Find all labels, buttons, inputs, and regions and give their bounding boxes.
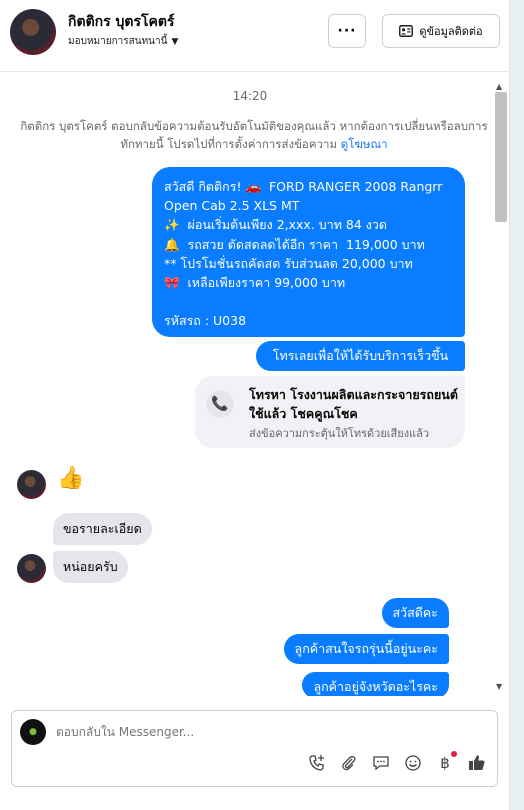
- outgoing-message: สวัสดีคะ: [381, 598, 449, 628]
- more-options-button[interactable]: ···: [328, 14, 366, 48]
- reply-composer: ● ฿: [11, 710, 498, 787]
- view-contact-label: ดูข้อมูลติดต่อ: [419, 25, 483, 38]
- payment-baht-icon[interactable]: ฿: [435, 751, 457, 773]
- message-scrollbar[interactable]: ▲ ▼: [494, 78, 508, 698]
- send-like-icon[interactable]: [467, 753, 487, 773]
- caret-down-icon: ▼: [171, 36, 179, 47]
- scroll-down-arrow-icon[interactable]: ▼: [496, 682, 502, 691]
- emoji-icon[interactable]: [403, 753, 423, 773]
- assign-label: มอบหมายการสนทนานี้: [68, 36, 168, 47]
- conversation-header: กิตติกร บุตรโคตร์ มอบหมายการสนทนานี้ ▼ ·…: [0, 0, 510, 72]
- saved-replies-icon[interactable]: [371, 753, 391, 773]
- add-call-icon[interactable]: [307, 753, 327, 773]
- page-avatar: ●: [20, 719, 46, 745]
- outgoing-message: ลูกค้าสนใจรถรุ่นนี้อยู่นะคะ: [283, 634, 449, 664]
- contact-name[interactable]: กิตติกร บุตรโคตร์: [68, 11, 175, 33]
- contact-card-icon: [399, 25, 414, 37]
- attachment-icon[interactable]: [339, 753, 359, 773]
- view-contact-button[interactable]: ดูข้อมูลติดต่อ: [382, 14, 500, 48]
- composer-toolbar: ฿: [307, 751, 487, 773]
- outgoing-message: ลูกค้าอยู่จังหวัดอะไรคะ: [302, 672, 449, 696]
- scroll-thumb[interactable]: [495, 92, 507, 222]
- reply-input[interactable]: [56, 725, 476, 739]
- conversation-panel: กิตติกร บุตรโคตร์ มอบหมายการสนทนานี้ ▼ ·…: [0, 0, 510, 810]
- notification-dot: [451, 751, 457, 757]
- message-list-clip: สวัสดีคะ ลูกค้าสนใจรถรุ่นนี้อยู่นะคะ ลูก…: [0, 74, 494, 696]
- contact-avatar[interactable]: [10, 9, 56, 55]
- assign-conversation-dropdown[interactable]: มอบหมายการสนทนานี้ ▼: [68, 34, 178, 49]
